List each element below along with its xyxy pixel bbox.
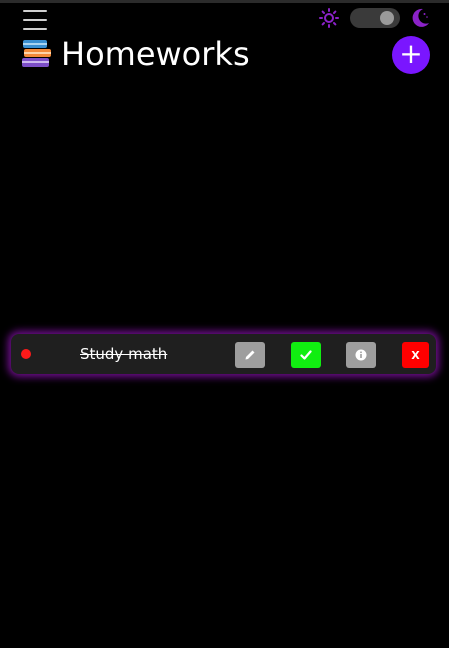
edit-button[interactable] bbox=[235, 342, 265, 368]
task-item: Study math X bbox=[11, 334, 436, 374]
page-title: Homeworks bbox=[61, 35, 250, 73]
info-button[interactable] bbox=[346, 342, 376, 368]
delete-label: X bbox=[411, 348, 420, 362]
status-dot bbox=[21, 349, 31, 359]
moon-icon[interactable] bbox=[409, 7, 431, 29]
theme-toggle[interactable] bbox=[350, 8, 400, 28]
toggle-knob bbox=[380, 11, 394, 25]
top-border bbox=[0, 0, 449, 3]
pencil-icon bbox=[245, 350, 255, 360]
task-title[interactable]: Study math bbox=[80, 334, 167, 374]
complete-button[interactable] bbox=[291, 342, 321, 368]
add-task-button[interactable]: + bbox=[392, 36, 430, 74]
info-icon bbox=[355, 349, 367, 361]
hamburger-menu-icon[interactable] bbox=[23, 10, 47, 30]
books-icon bbox=[22, 40, 51, 67]
sun-icon[interactable] bbox=[319, 8, 339, 28]
check-icon bbox=[300, 350, 312, 360]
delete-button[interactable]: X bbox=[402, 342, 429, 368]
